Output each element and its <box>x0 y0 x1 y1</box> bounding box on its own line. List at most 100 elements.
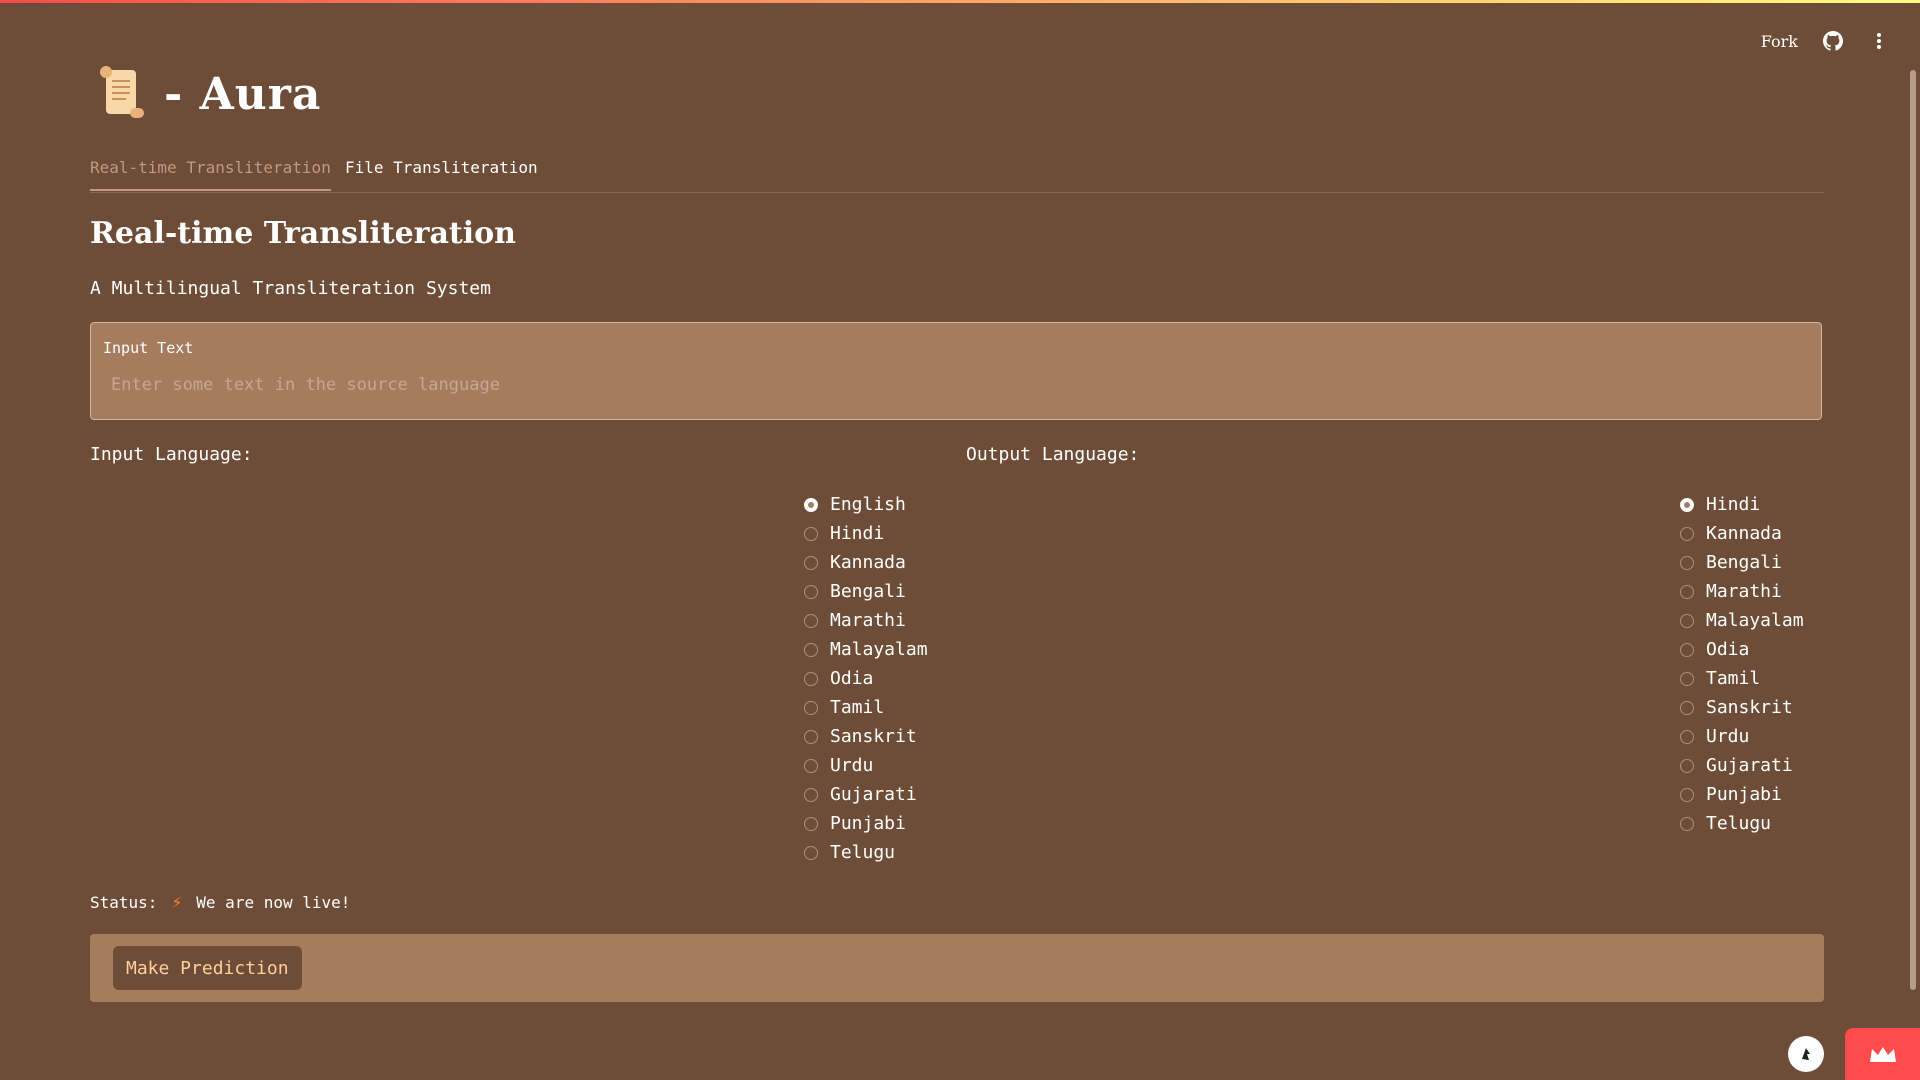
radio-label: Telugu <box>830 842 896 863</box>
output-language-option-punjabi[interactable]: Punjabi <box>1680 780 1804 809</box>
radio-label: Telugu <box>1706 813 1772 834</box>
input-language-option-english[interactable]: English <box>804 490 928 519</box>
radio-button[interactable] <box>804 555 818 570</box>
radio-button[interactable] <box>804 845 818 860</box>
radio-label: Kannada <box>830 552 906 573</box>
radio-label: Sanskrit <box>1706 697 1793 718</box>
radio-button[interactable] <box>1680 497 1694 512</box>
radio-button[interactable] <box>804 816 818 831</box>
input-language-option-sanskrit[interactable]: Sanskrit <box>804 722 928 751</box>
radio-label: Malayalam <box>1706 610 1804 631</box>
top-decoration-bar <box>0 0 1920 3</box>
tab-file-transliteration[interactable]: File Transliteration <box>345 158 538 189</box>
radio-label: Gujarati <box>1706 755 1793 776</box>
input-language-option-gujarati[interactable]: Gujarati <box>804 780 928 809</box>
input-text-field[interactable] <box>101 367 1821 403</box>
input-language-option-marathi[interactable]: Marathi <box>804 606 928 635</box>
radio-button[interactable] <box>804 497 818 512</box>
radio-button[interactable] <box>1680 787 1694 802</box>
more-menu-icon[interactable] <box>1868 30 1890 52</box>
page-title: Real-time Transliteration <box>90 216 516 251</box>
radio-label: Urdu <box>1706 726 1750 747</box>
radio-button[interactable] <box>1680 555 1694 570</box>
radio-button[interactable] <box>1680 642 1694 657</box>
input-text-label: Input Text <box>103 339 194 357</box>
status-text: We are now live! <box>196 893 351 912</box>
output-language-radio-group: Hindi Kannada Bengali Marathi Malayalam Odia T… <box>1680 490 1804 838</box>
radio-label: Sanskrit <box>830 726 917 747</box>
radio-button[interactable] <box>1680 613 1694 628</box>
page-subtitle: A Multilingual Transliteration System <box>90 278 491 299</box>
radio-label: Tamil <box>1706 668 1761 689</box>
radio-button[interactable] <box>1680 816 1694 831</box>
radio-label: Bengali <box>1706 552 1782 573</box>
output-language-option-marathi[interactable]: Marathi <box>1680 577 1804 606</box>
radio-button[interactable] <box>804 526 818 541</box>
status-line: Status: ⚡ We are now live! <box>90 892 350 913</box>
input-language-option-odia[interactable]: Odia <box>804 664 928 693</box>
radio-label: Urdu <box>830 755 874 776</box>
output-language-label: Output Language: <box>966 444 1140 465</box>
input-language-option-punjabi[interactable]: Punjabi <box>804 809 928 838</box>
output-language-option-hindi[interactable]: Hindi <box>1680 490 1804 519</box>
radio-label: Gujarati <box>830 784 917 805</box>
output-language-option-malayalam[interactable]: Malayalam <box>1680 606 1804 635</box>
radio-button[interactable] <box>804 584 818 599</box>
output-language-option-odia[interactable]: Odia <box>1680 635 1804 664</box>
avatar[interactable] <box>1788 1036 1824 1072</box>
radio-label: Marathi <box>1706 581 1782 602</box>
radio-button[interactable] <box>804 787 818 802</box>
crown-badge[interactable] <box>1845 1028 1920 1080</box>
tab-realtime-transliteration[interactable]: Real-time Transliteration <box>90 158 331 191</box>
app-header: - Aura <box>96 64 321 124</box>
output-language-option-urdu[interactable]: Urdu <box>1680 722 1804 751</box>
radio-button[interactable] <box>1680 758 1694 773</box>
lightning-icon: ⚡ <box>171 892 183 913</box>
radio-label: Odia <box>1706 639 1750 660</box>
radio-button[interactable] <box>804 671 818 686</box>
app-title: - Aura <box>164 68 322 120</box>
radio-button[interactable] <box>804 758 818 773</box>
fork-button[interactable]: Fork <box>1761 32 1798 51</box>
output-language-option-kannada[interactable]: Kannada <box>1680 519 1804 548</box>
input-language-option-telugu[interactable]: Telugu <box>804 838 928 867</box>
radio-button[interactable] <box>804 613 818 628</box>
input-language-option-urdu[interactable]: Urdu <box>804 751 928 780</box>
make-prediction-button[interactable]: Make Prediction <box>113 946 302 990</box>
output-language-option-gujarati[interactable]: Gujarati <box>1680 751 1804 780</box>
input-language-option-bengali[interactable]: Bengali <box>804 577 928 606</box>
status-label: Status: <box>90 893 158 912</box>
input-language-label: Input Language: <box>90 444 253 465</box>
radio-button[interactable] <box>1680 700 1694 715</box>
radio-button[interactable] <box>1680 526 1694 541</box>
radio-button[interactable] <box>804 700 818 715</box>
input-language-option-malayalam[interactable]: Malayalam <box>804 635 928 664</box>
radio-label: Punjabi <box>1706 784 1782 805</box>
input-text-panel: Input Text <box>90 322 1822 420</box>
output-language-option-bengali[interactable]: Bengali <box>1680 548 1804 577</box>
input-language-option-kannada[interactable]: Kannada <box>804 548 928 577</box>
scroll-icon <box>96 64 148 124</box>
toolbar: Fork <box>1761 30 1890 52</box>
action-bar: Make Prediction <box>90 934 1824 1002</box>
radio-button[interactable] <box>1680 584 1694 599</box>
output-language-option-sanskrit[interactable]: Sanskrit <box>1680 693 1804 722</box>
radio-label: Tamil <box>830 697 885 718</box>
radio-button[interactable] <box>804 729 818 744</box>
radio-label: Bengali <box>830 581 906 602</box>
scrollbar[interactable] <box>1910 70 1916 990</box>
tab-bar: Real-time Transliteration File Translite… <box>90 150 1824 193</box>
github-icon[interactable] <box>1822 30 1844 52</box>
output-language-option-telugu[interactable]: Telugu <box>1680 809 1804 838</box>
radio-label: Hindi <box>1706 494 1761 515</box>
radio-label: Odia <box>830 668 874 689</box>
input-language-radio-group: English Hindi Kannada Bengali Marathi Malayal… <box>804 490 928 867</box>
radio-button[interactable] <box>804 642 818 657</box>
input-language-option-tamil[interactable]: Tamil <box>804 693 928 722</box>
radio-button[interactable] <box>1680 729 1694 744</box>
output-language-option-tamil[interactable]: Tamil <box>1680 664 1804 693</box>
radio-label: Punjabi <box>830 813 906 834</box>
radio-button[interactable] <box>1680 671 1694 686</box>
radio-label: Hindi <box>830 523 885 544</box>
input-language-option-hindi[interactable]: Hindi <box>804 519 928 548</box>
